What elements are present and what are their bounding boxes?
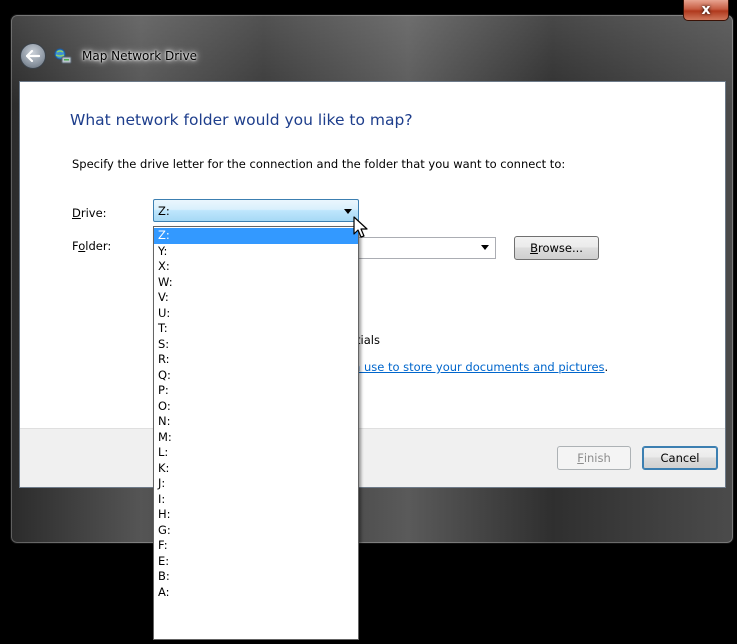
link-suffix: .	[604, 360, 609, 374]
dropdown-option[interactable]: G:	[154, 523, 358, 539]
instruction-text: Specify the drive letter for the connect…	[72, 157, 566, 171]
documents-link[interactable]: n use to store your documents and pictur…	[353, 360, 605, 374]
dropdown-option[interactable]: M:	[154, 430, 358, 446]
dropdown-option[interactable]: V:	[154, 290, 358, 306]
mouse-pointer-icon	[353, 216, 368, 238]
dropdown-option[interactable]: X:	[154, 259, 358, 275]
dropdown-option[interactable]: K:	[154, 461, 358, 477]
back-arrow-icon	[26, 50, 40, 62]
network-drive-icon	[54, 48, 72, 64]
folder-label: Folder:	[72, 239, 111, 253]
dropdown-option[interactable]: W:	[154, 275, 358, 291]
finish-button[interactable]: Finish	[557, 446, 631, 470]
dropdown-option[interactable]: I:	[154, 492, 358, 508]
browse-accel: B	[530, 241, 538, 255]
reconnect-checkbox-label-partial: tials	[356, 333, 380, 347]
dropdown-option[interactable]: O:	[154, 399, 358, 415]
finish-accel: F	[577, 451, 584, 465]
dropdown-option[interactable]: R:	[154, 352, 358, 368]
close-button[interactable]: x	[683, 0, 729, 21]
dropdown-option[interactable]: Z:	[154, 228, 358, 244]
documents-link-line: n use to store your documents and pictur…	[353, 360, 608, 374]
cancel-button[interactable]: Cancel	[642, 446, 718, 470]
dropdown-option[interactable]: B:	[154, 569, 358, 585]
dropdown-option[interactable]: L:	[154, 445, 358, 461]
browse-label-rest: rowse...	[537, 241, 583, 255]
dialog-footer: Finish Cancel	[20, 428, 725, 487]
drive-dropdown-list[interactable]: Z: Y: X: W: V: U: T: S: R: Q: P: O: N: M: L: K: J: I: H: G:…	[153, 226, 359, 640]
page-heading: What network folder would you like to ma…	[70, 111, 413, 129]
window-title: Map Network Drive	[82, 49, 198, 63]
dropdown-option[interactable]: Y:	[154, 244, 358, 260]
drive-label: Drive:	[72, 206, 107, 220]
dropdown-option[interactable]: P:	[154, 383, 358, 399]
drive-label-rest: rive:	[80, 206, 107, 220]
dropdown-option[interactable]: E:	[154, 554, 358, 570]
dropdown-option[interactable]: H:	[154, 507, 358, 523]
close-icon: x	[701, 2, 711, 18]
dropdown-option[interactable]: F:	[154, 538, 358, 554]
dropdown-option[interactable]: J:	[154, 476, 358, 492]
back-button[interactable]	[20, 43, 46, 69]
dropdown-option[interactable]: T:	[154, 321, 358, 337]
dropdown-option[interactable]: Q:	[154, 368, 358, 384]
dropdown-option[interactable]: U:	[154, 306, 358, 322]
drive-label-accel: D	[72, 206, 81, 220]
dropdown-option[interactable]: A:	[154, 585, 358, 601]
dropdown-option[interactable]: S:	[154, 337, 358, 353]
chevron-down-icon[interactable]	[481, 245, 489, 250]
drive-combobox[interactable]: Z:	[153, 199, 359, 222]
dialog-content: What network folder would you like to ma…	[19, 81, 726, 488]
finish-label-rest: inish	[583, 451, 611, 465]
chevron-down-icon[interactable]	[344, 209, 352, 214]
dropdown-option[interactable]: N:	[154, 414, 358, 430]
folder-label-rest: lder:	[85, 239, 112, 253]
drive-combobox-value: Z:	[158, 204, 170, 218]
browse-button[interactable]: Browse...	[514, 236, 599, 260]
